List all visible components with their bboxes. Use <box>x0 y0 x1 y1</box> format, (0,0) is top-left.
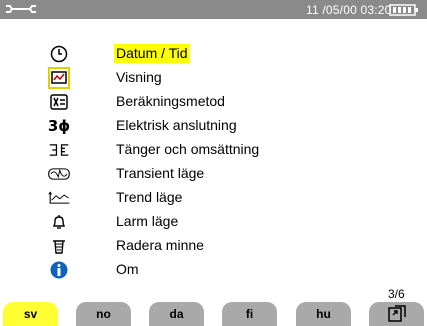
tab-fi[interactable]: fi <box>222 302 277 326</box>
trash-icon <box>48 235 70 257</box>
page-indicator: 3/6 <box>388 287 405 301</box>
transient-icon <box>48 163 70 185</box>
tab-hu[interactable]: hu <box>296 302 351 326</box>
menu-item-tanger[interactable]: Tänger och omsättning <box>0 139 427 163</box>
tab-return[interactable] <box>369 302 424 326</box>
menu-item-visning[interactable]: Visning <box>0 67 427 91</box>
trend-icon <box>48 187 70 209</box>
info-icon <box>48 259 70 281</box>
menu-item-larm[interactable]: Larm läge <box>0 211 427 235</box>
menu-item-label: Larm läge <box>116 213 179 229</box>
display-icon <box>48 67 70 89</box>
calculation-icon <box>48 91 70 113</box>
menu-item-elektrisk-anslutning[interactable]: 3ϕ Elektrisk anslutning <box>0 115 427 139</box>
menu-item-om[interactable]: Om <box>0 259 427 283</box>
language-tab-bar: sv no da fi hu <box>0 302 427 326</box>
menu-item-label: Trend läge <box>116 189 183 205</box>
clock-icon <box>48 43 70 65</box>
datetime-display: 11 /05/00 03:20 <box>306 3 392 17</box>
menu-item-transient[interactable]: Transient läge <box>0 163 427 187</box>
battery-icon <box>389 4 418 16</box>
alarm-bell-icon <box>48 211 70 233</box>
menu-item-label: Datum / Tid <box>114 44 190 63</box>
three-phase-icon: 3ϕ <box>47 117 71 135</box>
menu-item-label: Visning <box>116 69 162 85</box>
menu-item-berakningsmetod[interactable]: Beräkningsmetod <box>0 91 427 115</box>
menu-item-datum-tid[interactable]: Datum / Tid <box>0 43 427 67</box>
menu-item-label: Om <box>116 261 139 277</box>
menu-item-label: Radera minne <box>116 237 204 253</box>
menu-item-radera-minne[interactable]: Radera minne <box>0 235 427 259</box>
menu-item-label: Beräkningsmetod <box>116 93 225 109</box>
clamp-icon <box>48 139 70 161</box>
tab-sv[interactable]: sv <box>3 302 58 326</box>
menu-item-label: Elektrisk anslutning <box>116 117 237 133</box>
wrench-icon <box>6 5 36 13</box>
tab-da[interactable]: da <box>149 302 204 326</box>
return-icon <box>387 305 406 322</box>
menu-item-label: Tänger och omsättning <box>116 141 260 157</box>
tab-no[interactable]: no <box>76 302 131 326</box>
menu-item-trend[interactable]: Trend läge <box>0 187 427 211</box>
menu-item-label: Transient läge <box>116 165 205 181</box>
status-bar: 11 /05/00 03:20 <box>0 0 427 19</box>
